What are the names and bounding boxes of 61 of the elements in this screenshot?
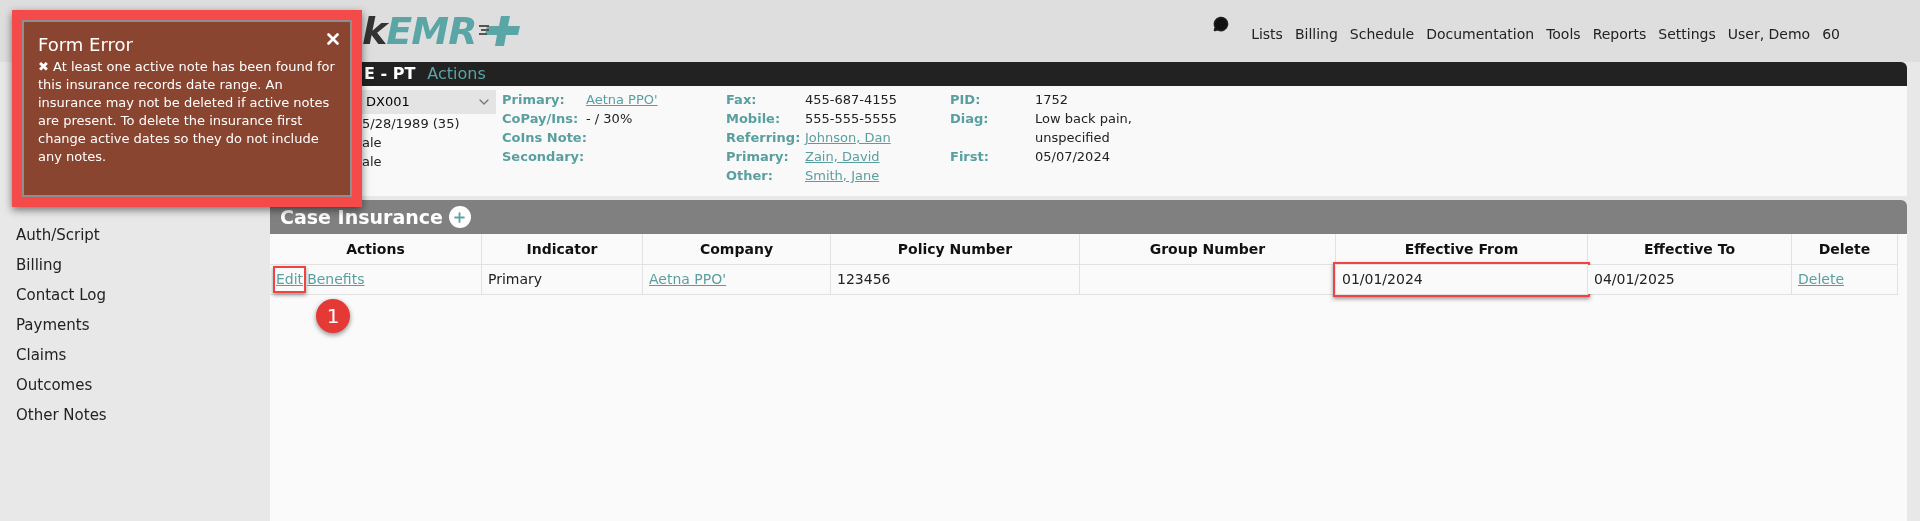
nav-link[interactable]: Billing [1294,23,1338,45]
column-header: Policy Number [831,234,1080,264]
table-cell-text: 04/01/2025 [1594,270,1675,289]
info-value: 555-555-5555 [805,110,898,128]
sidebar-item[interactable]: Outcomes [16,370,262,400]
logo: kEMR [362,2,525,60]
info-label: CoIns Note: [502,129,586,147]
patient-name: E - PT [364,63,416,85]
nav-link[interactable]: Schedule [1349,23,1415,45]
info-value: 5/28/1989 (35) [362,115,461,133]
info-label: Primary: [726,148,790,166]
column-header: Actions [270,234,482,264]
info-label: Secondary: [502,148,586,166]
info-value: 455-687-4155 [805,91,898,109]
info-value: - / 30% [586,110,633,128]
sidebar-item[interactable]: Other Notes [16,400,262,430]
nav-link[interactable]: Lists [1251,23,1283,45]
sidebar-item[interactable]: Payments [16,310,262,340]
error-message: ✖ At least one active note has been found for this insurance records date range. An insurance may not be deleted if active notes are present. To delete the insurance first change active dates so they do not include any notes. [38,58,336,166]
table-cell-text: 01/01/2024 [1342,270,1423,289]
info-label: Referring: [726,129,802,147]
sidebar-item[interactable]: Auth/Script [16,220,262,250]
info-label: PID: [950,91,982,109]
panel-title: Case Insurance [280,204,443,230]
sidebar-item[interactable]: Billing [16,250,262,280]
sidebar-item[interactable]: Contact Log [16,280,262,310]
nav-link[interactable]: Documentation [1426,23,1535,45]
info-label: Other: [726,167,774,185]
info-label: Primary: [502,91,566,109]
info-value: 05/07/2024 [1035,148,1110,166]
actions-link[interactable]: Actions [427,62,486,86]
column-header: Company [643,234,831,264]
nav-link[interactable]: User, Demo [1727,23,1811,45]
column-header: Delete [1792,234,1898,264]
info-label: CoPay/Ins: [502,110,580,128]
nav-link[interactable]: Tools [1546,23,1581,45]
close-button[interactable] [324,30,342,48]
info-label: Diag: [950,110,990,128]
info-label: Fax: [726,91,758,109]
info-value: Low back pain, unspecified [1035,110,1133,147]
count-text: 60 [1822,24,1840,44]
nav-link[interactable]: Settings [1658,23,1716,45]
close-icon [324,30,342,48]
column-header: Indicator [482,234,643,264]
table-cell-text: 123456 [837,270,891,289]
add-button[interactable] [448,206,471,228]
info-label: First: [950,148,990,166]
popup-title: Form Error [38,33,133,57]
plus-icon [452,209,468,225]
case-select[interactable]: DX001 [362,90,496,114]
column-header: Effective From [1336,234,1588,264]
sidebar-item[interactable]: Claims [16,340,262,370]
info-value: ale [362,134,383,152]
chat-icon[interactable] [1213,15,1230,32]
info-value: ale [362,153,383,171]
nav-link[interactable]: Reports [1592,23,1647,45]
column-header: Effective To [1588,234,1792,264]
column-header: Group Number [1080,234,1336,264]
info-value: 1752 [1035,91,1069,109]
info-label: Mobile: [726,110,782,128]
table-cell-text: Primary [488,270,543,289]
